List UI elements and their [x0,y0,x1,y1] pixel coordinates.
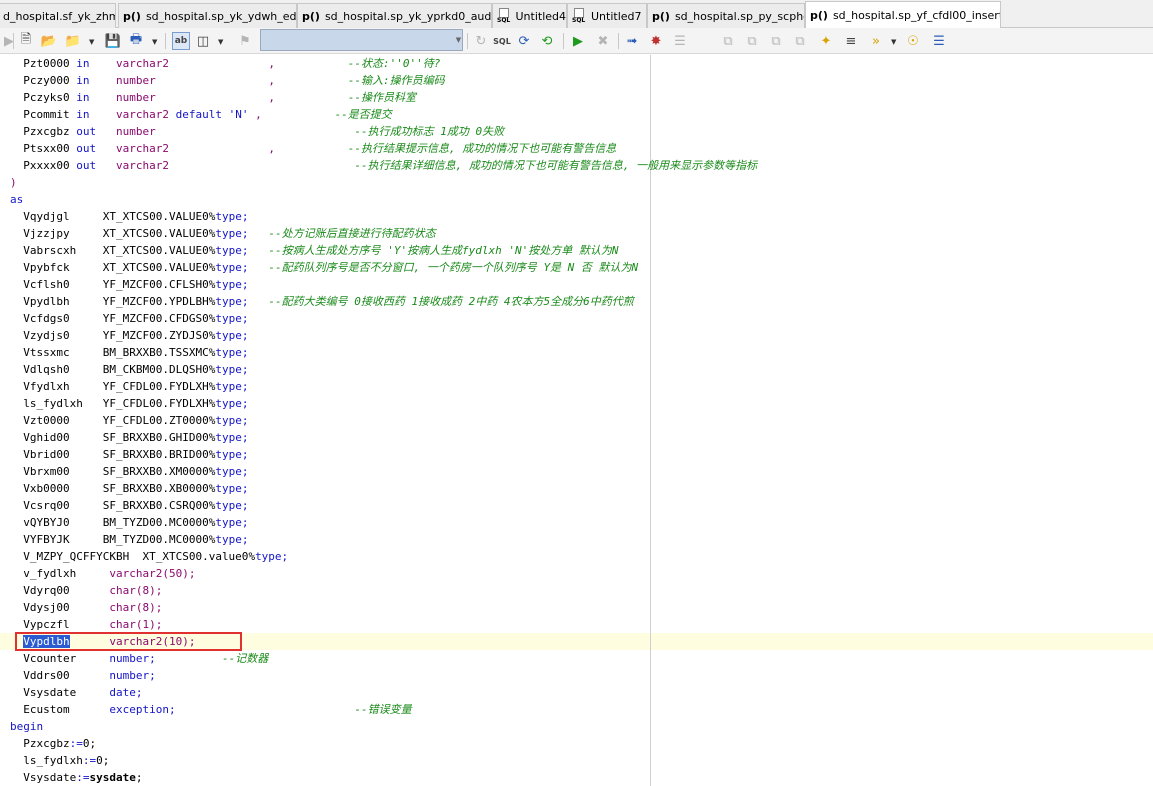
code-line: as [10,193,24,206]
execute-icon[interactable]: ▶ [569,32,587,50]
code-line: Vpybfck XT_XTCS00.VALUE0%type; --配药队列序号是… [23,261,639,274]
procedure-icon: p() [302,9,320,23]
code-line: VYFBYJK BM_TYZD00.MC0000%type; [23,533,249,546]
code-line: Vghid00 SF_BRXXB0.GHID00%type; [23,431,249,444]
code-line: Vzt0000 YF_CFDL00.ZT0000%type; [23,414,249,427]
open-file-icon[interactable]: 📂 [40,32,58,50]
procedure-icon: p() [123,9,141,23]
procedure-icon: p() [652,9,670,23]
code-line: ) [10,176,17,189]
code-line: Vdlqsh0 BM_CKBM00.DLQSH0%type; [23,363,249,376]
refresh-icon[interactable]: ↻ [472,32,490,50]
code-line: Vzydjs0 YF_MZCF00.ZYDJS0%type; [23,329,249,342]
code-line: Vcflsh0 YF_MZCF00.CFLSH0%type; [23,278,249,291]
code-line: Pczyks0 in number , --操作员科室 [23,91,417,104]
indent-icon[interactable]: ≡ [842,32,860,50]
sql-window-icon: SQL [497,8,510,24]
code-line: Vfydlxh YF_CFDL00.FYDLXH%type; [23,380,249,393]
paste-icon[interactable]: ⧉ [743,32,761,50]
find-icon[interactable]: ⧉ [767,32,785,50]
editor-toolbar-right: ↻ SQL ⟳ ⟲ ▶ ✖ ➟ ✸ ☰ ⧉ ⧉ ⧉ ⧉ ✦ ≡ » ▼ ☉ ☰ [463,28,1153,54]
code-line: Ecustom exception; --错误变量 [23,703,412,716]
tab-label: d_hospital.sf_yk_zhmldr [3,9,115,23]
print-icon[interactable]: 🖶 [127,32,145,50]
wizard-icon[interactable]: ✦ [817,32,835,50]
step-icon[interactable]: ➟ [623,32,641,50]
code-line: Vypczfl char(1); [23,618,163,631]
chevron-down-icon[interactable]: ▼ [891,38,896,46]
open-folder-icon[interactable]: 📁 [64,32,82,50]
tab-sp-yf-cfdl00-insert[interactable]: p() sd_hospital.sp_yf_cfdl00_insert [805,1,1001,29]
code-line: Vddrs00 number; [23,669,156,682]
highlight-annotation-box [15,632,242,651]
save-icon[interactable]: 💾 [104,32,122,50]
stop-icon[interactable]: ✖ [594,32,612,50]
code-line: V_MZPY_QCFFYCKBH XT_XTCS00.value0%type; [23,550,289,563]
tab-sp-py-scphdl[interactable]: p() sd_hospital.sp_py_scphdl [647,3,805,28]
breakpoint-icon[interactable]: ✸ [647,32,665,50]
tab-sp-yk-yprkd0-audit[interactable]: p() sd_hospital.sp_yk_yprkd0_audit [297,3,492,28]
procedure-icon: p() [810,9,828,22]
tab-untitled4[interactable]: SQL Untitled4 [492,3,567,28]
layout-icon[interactable]: ◫ [194,32,212,50]
code-line: Vxb0000 SF_BRXXB0.XB0000%type; [23,482,249,495]
code-line: Vabrscxh XT_XTCS00.VALUE0%type; --按病人生成处… [23,244,619,257]
tab-label: sd_hospital.sp_yk_yprkd0_audit [324,9,492,23]
code-line: Vdysj00 char(8); [23,601,163,614]
chevron-down-icon[interactable]: ▼ [89,38,94,46]
code-line: Pczy000 in number , --输入:操作员编码 [23,74,445,87]
code-line: Vqydjgl XT_XTCS00.VALUE0%type; [23,210,249,223]
code-line: vQYBYJ0 BM_TYZD00.MC0000%type; [23,516,249,529]
bookmark-icon[interactable]: ⚑ [236,32,254,50]
code-line: Vdyrq00 char(8); [23,584,163,597]
code-line: Vcounter number; --记数器 [23,652,269,665]
code-line: begin [10,720,44,733]
sql-icon[interactable]: SQL [493,32,511,50]
fast-forward-icon[interactable]: » [867,32,885,50]
code-line: Pzxcgbz:=0; [23,737,97,750]
tab-sp-yk-ydwh-edit[interactable]: p() sd_hospital.sp_yk_ydwh_edit [118,3,297,28]
arrow-right-icon[interactable]: ▶ [0,32,18,50]
layers-icon[interactable]: ☰ [930,32,948,50]
code-line: Vbrid00 SF_BRXXB0.BRID00%type; [23,448,249,461]
chevron-down-icon[interactable]: ▼ [218,38,223,46]
compile-all-icon[interactable]: ⟲ [538,32,556,50]
code-line: Vsysdate date; [23,686,143,699]
code-line: Vcfdgs0 YF_MZCF00.CFDGS0%type; [23,312,249,325]
code-line: Vjzzjpy XT_XTCS00.VALUE0%type; --处方记账后直接… [23,227,436,240]
tab-label: sd_hospital.sp_py_scphdl [674,9,805,23]
tab-label: sd_hospital.sp_yk_ydwh_edit [145,9,297,23]
tab-label: Untitled4 [515,9,566,23]
list-icon[interactable]: ☰ [671,32,689,50]
tab-sf-yk-zhmldr[interactable]: d_hospital.sf_yk_zhmldr [0,3,116,28]
code-line: Pzxcgbz out number --执行成功标志 1成功 0失败 [23,125,505,138]
text-mode-icon[interactable]: ab [172,32,190,50]
copy-icon[interactable]: ⧉ [719,32,737,50]
code-line: Vsysdate:=sysdate; [23,771,143,784]
compile-icon[interactable]: ⟳ [515,32,533,50]
code-line: Vbrxm00 SF_BRXXB0.XM0000%type; [23,465,249,478]
code-line: ls_fydlxh:=0; [23,754,110,767]
chevron-down-icon[interactable]: ▼ [454,30,463,50]
code-line: Vpydlbh YF_MZCF00.YPDLBH%type; --配药大类编号 … [23,295,634,308]
code-line: Pcommit in varchar2 default 'N' , --是否提交 [23,108,392,121]
replace-icon[interactable]: ⧉ [791,32,809,50]
tab-untitled7[interactable]: SQL Untitled7 [567,3,647,28]
code-line: Vcsrq00 SF_BRXXB0.CSRQ00%type; [23,499,249,512]
lightbulb-icon[interactable]: ☉ [904,32,922,50]
code-line: v_fydlxh varchar2(50); [23,567,196,580]
new-file-icon[interactable]: 🗎 [17,32,35,50]
editor-tab-bar: d_hospital.sf_yk_zhmldr p() sd_hospital.… [0,0,1153,29]
code-line: ls_fydlxh YF_CFDL00.FYDLXH%type; [23,397,249,410]
tab-label: sd_hospital.sp_yf_cfdl00_insert [832,9,1001,22]
sql-window-icon: SQL [572,8,586,24]
object-selector-combo[interactable] [260,29,463,51]
code-line: Vtssxmc BM_BRXXB0.TSSXMC%type; [23,346,249,359]
code-line: Pxxxx00 out varchar2 --执行结果详细信息, 成功的情况下也… [23,159,758,172]
code-line: Ptsxx00 out varchar2 , --执行结果提示信息, 成功的情况… [23,142,617,155]
code-line: Pzt0000 in varchar2 , --状态:''0''待? [23,57,441,70]
tab-label: Untitled7 [591,9,642,23]
chevron-down-icon[interactable]: ▼ [152,38,157,46]
